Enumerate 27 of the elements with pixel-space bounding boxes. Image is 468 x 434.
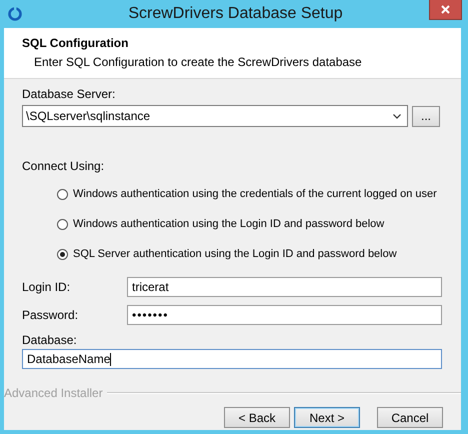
- page-title: SQL Configuration: [22, 35, 130, 52]
- section-label: Connect Using:: [22, 158, 106, 175]
- field-label: Login ID:: [22, 279, 72, 296]
- page-subtitle: Enter SQL Configuration to create the ScrewDrivers database: [33, 54, 363, 71]
- chevron-icon: [393, 114, 401, 118]
- window-title: ScrewDrivers Database Setup: [127, 5, 344, 23]
- close-icon: [441, 5, 450, 14]
- app-logo-icon: [8, 7, 22, 21]
- login-id-field[interactable]: tricerat: [127, 277, 442, 297]
- browse-button[interactable]: ...: [412, 106, 440, 126]
- radio-button[interactable]: [57, 218, 68, 230]
- radio-button[interactable]: [57, 188, 68, 200]
- dialog-button[interactable]: < Back: [224, 407, 290, 428]
- close-button[interactable]: [429, 0, 462, 20]
- field-label: Database:: [22, 332, 78, 349]
- radio-button[interactable]: [57, 248, 68, 260]
- radio-label[interactable]: Windows authentication using the credentials of the current logged on user: [73, 188, 437, 200]
- dialog-button[interactable]: Next >: [294, 407, 360, 428]
- dialog-button[interactable]: Cancel: [377, 407, 443, 428]
- radio-label[interactable]: SQL Server authentication using the Login ID and password below: [73, 248, 397, 260]
- field-label: Password:: [22, 307, 80, 324]
- field-label: Database Server:: [22, 86, 116, 103]
- password-field[interactable]: •••••••: [127, 305, 442, 325]
- database-field[interactable]: DatabaseName: [22, 349, 442, 369]
- installer-brand: Advanced Installer: [4, 386, 103, 400]
- radio-label[interactable]: Windows authentication using the Login ID and password below: [73, 218, 384, 230]
- server-dropdown[interactable]: \SQLserver\sqlinstance: [22, 105, 408, 127]
